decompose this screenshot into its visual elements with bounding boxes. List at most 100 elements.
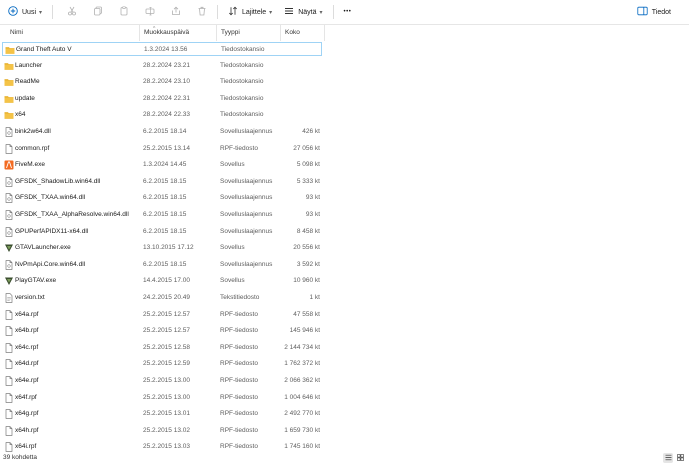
file-size: [285, 43, 321, 57]
file-row[interactable]: x64d.rpf 25.2.2015 12.59 RPF-tiedosto 1 762…: [2, 357, 322, 371]
delete-button[interactable]: [193, 3, 211, 21]
dll-file-icon: [4, 177, 14, 187]
file-icon: [4, 326, 14, 336]
gtav-app-icon: [4, 276, 14, 286]
file-name: Grand Theft Auto V: [16, 46, 72, 53]
new-plus-icon: [8, 6, 18, 18]
file-type: RPF-tiedosto: [220, 410, 258, 418]
file-name: update: [15, 94, 35, 102]
paste-button[interactable]: [115, 3, 133, 21]
toolbar-divider: [332, 5, 334, 19]
file-size: 2 144 734 kt: [284, 343, 320, 351]
chevron-down-icon: ▾: [319, 9, 323, 16]
file-size: 27 056 kt: [293, 144, 320, 152]
file-row[interactable]: x64f.rpf 25.2.2015 13.00 RPF-tiedosto 1 004…: [2, 391, 322, 405]
file-size: [284, 75, 320, 89]
view-button-label: Näytä: [298, 8, 317, 16]
file-name: common.rpf: [15, 144, 50, 152]
file-modified: 6.2.2015 18.15: [143, 194, 187, 202]
scissors-icon: [67, 6, 77, 18]
file-row[interactable]: x64 28.2.2024 22.33 Tiedostokansio: [2, 108, 322, 122]
new-button-label: Uusi: [22, 8, 37, 16]
file-size: [284, 108, 320, 122]
cut-button[interactable]: [63, 3, 81, 21]
sort-button[interactable]: Lajittele ▾: [224, 3, 276, 21]
file-row[interactable]: x64e.rpf 25.2.2015 13.00 RPF-tiedosto 2 066…: [2, 374, 322, 388]
rename-button[interactable]: [141, 3, 159, 21]
file-type: Tiedostokansio: [220, 61, 264, 69]
gtav-app-icon: [4, 243, 14, 253]
file-row[interactable]: x64b.rpf 25.2.2015 12.57 RPF-tiedosto 145 9…: [2, 324, 322, 338]
more-options-button[interactable]: •••: [340, 3, 356, 21]
file-type: RPF-tiedosto: [220, 377, 258, 384]
details-view-button[interactable]: [663, 453, 673, 463]
item-count: 39 kohdetta: [3, 454, 37, 461]
file-row[interactable]: Launcher 28.2.2024 23.21 Tiedostokansio: [2, 59, 322, 73]
file-modified: 14.4.2015 17.00: [143, 277, 190, 285]
file-row[interactable]: GFSDK_TXAA.win64.dll 6.2.2015 18.15 Sovell…: [2, 191, 322, 205]
file-type: RPF-tiedosto: [220, 360, 258, 368]
file-modified: 6.2.2015 18.15: [143, 177, 187, 185]
file-row[interactable]: GTAVLauncher.exe 13.10.2015 17.12 Sovellus…: [2, 241, 322, 255]
tiles-view-button[interactable]: [675, 453, 685, 463]
file-row[interactable]: update 28.2.2024 22.31 Tiedostokansio: [2, 92, 322, 106]
new-button[interactable]: Uusi ▾: [4, 3, 46, 21]
details-pane-button[interactable]: Tiedot: [633, 3, 675, 21]
file-row[interactable]: bink2w64.dll 6.2.2015 18.14 Sovelluslaajen…: [2, 125, 322, 139]
file-name: x64c.rpf: [15, 343, 39, 351]
dll-file-icon: [4, 127, 14, 137]
file-size: 426 kt: [302, 128, 320, 135]
copy-button[interactable]: [89, 3, 107, 21]
file-name: GFSDK_TXAA.win64.dll: [15, 194, 86, 202]
file-name: ReadMe: [15, 78, 40, 86]
file-type: Sovellus: [220, 277, 245, 285]
file-name: x64h.rpf: [15, 426, 39, 434]
file-type: Sovelluslaajennus: [220, 211, 273, 218]
more-icon: •••: [343, 9, 352, 15]
file-type: Tiedostokansio: [221, 46, 265, 53]
column-header-type[interactable]: Tyyppi: [217, 25, 281, 41]
toolbar-divider: [217, 5, 219, 19]
sort-button-label: Lajittele: [242, 8, 267, 16]
file-size: 1 kt: [309, 294, 320, 301]
file-name: x64b.rpf: [15, 327, 39, 335]
column-header-name[interactable]: Nimi: [6, 25, 140, 41]
file-row[interactable]: version.txt 24.2.2015 20.49 Tekstitiedosto…: [2, 291, 322, 305]
file-type: RPF-tiedosto: [220, 393, 258, 401]
file-row[interactable]: x64a.rpf 25.2.2015 12.57 RPF-tiedosto 47 55…: [2, 308, 322, 322]
file-row[interactable]: ReadMe 28.2.2024 23.10 Tiedostokansio: [2, 75, 322, 89]
dll-file-icon: [4, 260, 14, 270]
file-name: x64d.rpf: [15, 360, 39, 368]
file-size: 10 960 kt: [293, 277, 320, 285]
file-type: Tekstitiedosto: [220, 294, 260, 301]
file-row[interactable]: FiveM.exe 1.3.2024 14.45 Sovellus 5 098 kt: [2, 158, 322, 172]
file-modified: 25.2.2015 13.00: [143, 377, 190, 384]
file-modified: 6.2.2015 18.14: [143, 128, 187, 135]
file-row[interactable]: common.rpf 25.2.2015 13.14 RPF-tiedosto 27 …: [2, 142, 322, 156]
file-row[interactable]: x64h.rpf 25.2.2015 13.02 RPF-tiedosto 1 659…: [2, 424, 322, 438]
file-size: [284, 59, 320, 73]
share-icon: [171, 6, 181, 18]
column-header-size[interactable]: Koko: [281, 25, 325, 41]
file-row-selected[interactable]: Grand Theft Auto V 1.3.2024 13.56 Tiedosto…: [2, 42, 322, 56]
file-row[interactable]: PlayGTAV.exe 14.4.2015 17.00 Sovellus 10 96…: [2, 274, 322, 288]
file-row[interactable]: GFSDK_TXAA_AlphaResolve.win64.dll 6.2.201…: [2, 208, 322, 222]
file-name: Launcher: [15, 61, 43, 69]
rename-icon: [145, 6, 155, 18]
view-button[interactable]: Näytä ▾: [280, 3, 326, 21]
chevron-down-icon: ▾: [269, 9, 273, 16]
file-modified: 13.10.2015 17.12: [143, 244, 194, 252]
file-size: 2 492 770 kt: [284, 410, 320, 418]
file-row[interactable]: NvPmApi.Core.win64.dll 6.2.2015 18.15 Sove…: [2, 258, 322, 272]
status-bar: 39 kohdetta: [0, 452, 689, 464]
file-size: 2 066 362 kt: [284, 377, 320, 384]
share-button[interactable]: [167, 3, 185, 21]
file-row[interactable]: x64c.rpf 25.2.2015 12.58 RPF-tiedosto 2 144…: [2, 341, 322, 355]
file-row[interactable]: x64g.rpf 25.2.2015 13.01 RPF-tiedosto 2 492…: [2, 407, 322, 421]
file-row[interactable]: GFSDK_ShadowLib.win64.dll 6.2.2015 18.15 S…: [2, 175, 322, 189]
file-row[interactable]: GPUPerfAPIDX11-x64.dll 6.2.2015 18.15 Sove…: [2, 225, 322, 239]
file-type: RPF-tiedosto: [220, 343, 258, 351]
column-header-modified[interactable]: Muokkauspäivä: [140, 25, 217, 41]
file-modified: 6.2.2015 18.15: [143, 260, 187, 268]
file-type: RPF-tiedosto: [220, 310, 258, 318]
